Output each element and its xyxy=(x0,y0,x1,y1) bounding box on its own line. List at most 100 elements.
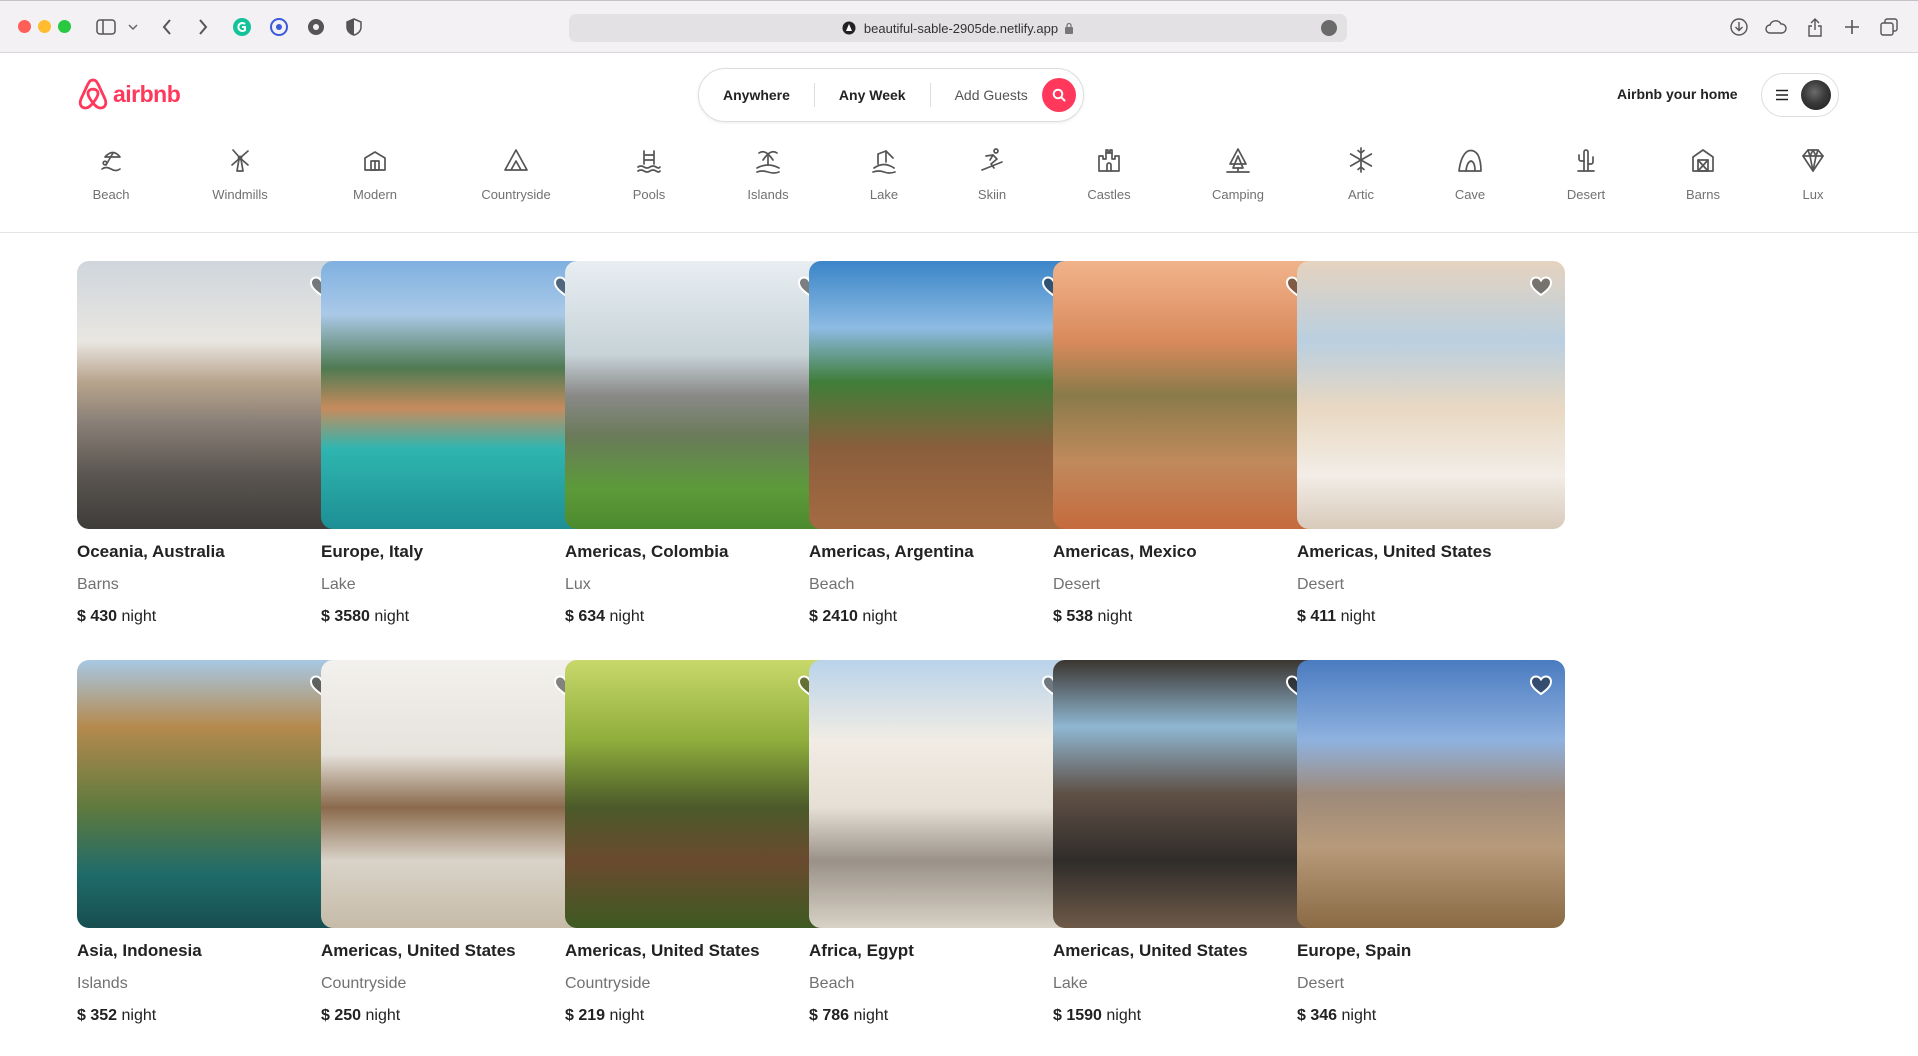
address-bar[interactable]: beautiful-sable-2905de.netlify.app xyxy=(569,14,1347,42)
price-amount: $ 538 xyxy=(1053,608,1094,625)
category-artic[interactable]: Artic xyxy=(1311,146,1411,202)
listing-card[interactable]: Americas, Argentina Beach $ 2410 night xyxy=(809,261,1077,626)
listing-location: Americas, United States xyxy=(321,941,516,960)
listing-price: $ 411 night xyxy=(1297,608,1565,626)
brand-name: airbnb xyxy=(113,80,181,107)
listing-card[interactable]: Europe, Spain Desert $ 346 night xyxy=(1297,660,1565,1025)
extension-icon[interactable] xyxy=(305,16,327,38)
listing-price: $ 3580 night xyxy=(321,608,589,626)
listing-photo[interactable] xyxy=(809,261,1077,529)
category-beach[interactable]: Beach xyxy=(61,146,161,202)
minimize-window-button[interactable] xyxy=(38,20,51,33)
category-label: Islands xyxy=(747,187,789,202)
category-windmills[interactable]: Windmills xyxy=(190,146,290,202)
chevron-down-icon[interactable] xyxy=(122,16,144,38)
icloud-icon[interactable] xyxy=(1765,16,1787,38)
listing-photo[interactable] xyxy=(77,660,345,928)
skiing-icon xyxy=(978,146,1006,179)
listing-card[interactable]: Asia, Indonesia Islands $ 352 night xyxy=(77,660,345,1025)
price-unit: night xyxy=(121,1007,157,1024)
category-castles[interactable]: Castles xyxy=(1059,146,1159,202)
listing-photo[interactable] xyxy=(1297,261,1565,529)
listing-photo[interactable] xyxy=(321,660,589,928)
listing-card[interactable]: Europe, Italy Lake $ 3580 night xyxy=(321,261,589,626)
search-bar[interactable]: Anywhere Any Week Add Guests xyxy=(698,68,1084,122)
listing-location: Europe, Italy xyxy=(321,542,424,561)
category-modern[interactable]: Modern xyxy=(325,146,425,202)
category-label: Desert xyxy=(1566,187,1606,202)
listing-card[interactable]: Americas, Mexico Desert $ 538 night xyxy=(1053,261,1321,626)
listing-price: $ 538 night xyxy=(1053,608,1321,626)
listing-photo[interactable] xyxy=(1053,660,1321,928)
airbnb-logo[interactable]: airbnb xyxy=(77,77,181,111)
barn-icon xyxy=(1689,146,1717,179)
listing-card[interactable]: Americas, United States Countryside $ 250 … xyxy=(321,660,589,1025)
listing-photo[interactable] xyxy=(565,261,833,529)
listing-location: Americas, United States xyxy=(1297,542,1492,561)
listing-photo[interactable] xyxy=(77,261,345,529)
search-button[interactable] xyxy=(1041,78,1076,112)
listing-card[interactable]: Americas, Colombia Lux $ 634 night xyxy=(565,261,833,626)
category-label: Cave xyxy=(1454,187,1486,202)
listing-category: Islands xyxy=(77,975,128,992)
category-lake[interactable]: Lake xyxy=(834,146,934,202)
listing-photo[interactable] xyxy=(1053,261,1321,529)
category-countryside[interactable]: Countryside xyxy=(466,146,566,202)
download-icon[interactable] xyxy=(1728,16,1750,38)
snowflake-icon xyxy=(1347,146,1375,179)
back-icon[interactable] xyxy=(156,16,178,38)
category-desert[interactable]: Desert xyxy=(1536,146,1636,202)
user-menu-button[interactable] xyxy=(1761,73,1839,117)
lake-icon xyxy=(870,146,898,179)
more-options-icon[interactable] xyxy=(1321,20,1337,36)
price-unit: night xyxy=(121,608,157,625)
shield-icon[interactable] xyxy=(343,16,365,38)
listing-photo[interactable] xyxy=(1297,660,1565,928)
share-icon[interactable] xyxy=(1804,16,1826,38)
price-unit: night xyxy=(862,608,898,625)
category-label: Artic xyxy=(1348,187,1374,202)
site-header: airbnb Anywhere Any Week Add Guests Airb… xyxy=(0,54,1918,134)
listing-photo[interactable] xyxy=(321,261,589,529)
castle-icon xyxy=(1095,146,1123,179)
search-anywhere-button[interactable]: Anywhere xyxy=(699,84,814,106)
camping-icon xyxy=(1224,146,1252,179)
listing-photo[interactable] xyxy=(809,660,1077,928)
listing-card[interactable]: Americas, United States Lake $ 1590 night xyxy=(1053,660,1321,1025)
category-skiin[interactable]: Skiin xyxy=(942,146,1042,202)
listing-card[interactable]: Oceania, Australia Barns $ 430 night xyxy=(77,261,345,626)
heart-icon[interactable] xyxy=(1528,273,1554,299)
maximize-window-button[interactable] xyxy=(58,20,71,33)
category-bar: Beach Windmills Modern Countryside Pools Isla… xyxy=(0,134,1918,233)
pool-icon xyxy=(635,146,663,179)
listing-card[interactable]: Americas, United States Countryside $ 219 … xyxy=(565,660,833,1025)
listing-category: Barns xyxy=(77,576,119,593)
airbnb-your-home-link[interactable]: Airbnb your home xyxy=(1617,86,1738,102)
listing-card[interactable]: Africa, Egypt Beach $ 786 night xyxy=(809,660,1077,1025)
forward-icon[interactable] xyxy=(192,16,214,38)
listing-price: $ 250 night xyxy=(321,1007,589,1025)
sidebar-toggle-icon[interactable] xyxy=(95,16,117,38)
tab-overview-icon[interactable] xyxy=(1878,16,1900,38)
category-barns[interactable]: Barns xyxy=(1653,146,1753,202)
category-islands[interactable]: Islands xyxy=(718,146,818,202)
listing-location: Asia, Indonesia xyxy=(77,941,202,960)
category-cave[interactable]: Cave xyxy=(1420,146,1520,202)
category-pools[interactable]: Pools xyxy=(599,146,699,202)
new-tab-icon[interactable] xyxy=(1841,16,1863,38)
heart-icon[interactable] xyxy=(1528,672,1554,698)
extension-icon[interactable] xyxy=(268,16,290,38)
listing-category: Beach xyxy=(809,576,855,593)
category-camping[interactable]: Camping xyxy=(1188,146,1288,202)
listing-card[interactable]: Americas, United States Desert $ 411 night xyxy=(1297,261,1565,626)
close-window-button[interactable] xyxy=(18,20,31,33)
listing-category: Lake xyxy=(1053,975,1088,992)
island-icon xyxy=(754,146,782,179)
grammarly-extension-icon[interactable] xyxy=(231,16,253,38)
listing-photo[interactable] xyxy=(565,660,833,928)
price-amount: $ 2410 xyxy=(809,608,858,625)
search-any-week-button[interactable]: Any Week xyxy=(815,84,930,106)
price-unit: night xyxy=(365,1007,401,1024)
search-add-guests-button[interactable]: Add Guests xyxy=(931,84,1040,106)
category-lux[interactable]: Lux xyxy=(1763,146,1863,202)
